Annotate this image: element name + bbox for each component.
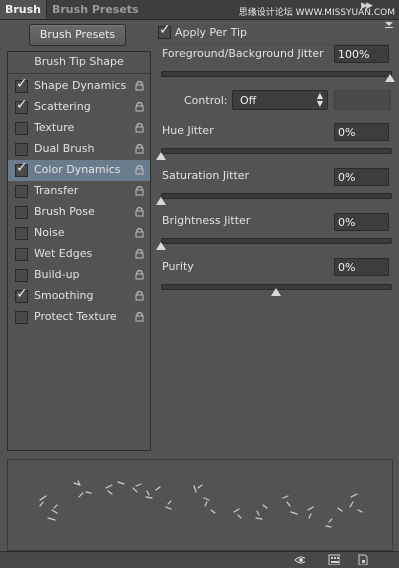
control-dropdown-value: Off xyxy=(240,94,257,107)
lock-icon[interactable] xyxy=(135,227,144,238)
checkmark-icon: ✓ xyxy=(16,76,28,92)
tab-bar: Brush Brush Presets ▶▶ 思缘设计论坛 WWW.MISSYU… xyxy=(0,0,399,20)
list-item[interactable]: ✓ Shape Dynamics xyxy=(8,76,150,97)
grid-icon[interactable] xyxy=(328,554,340,565)
list-item[interactable]: Build-up xyxy=(8,265,150,286)
saturation-jitter-slider-thumb[interactable] xyxy=(156,197,166,205)
control-dropdown[interactable]: Off ▲ ▼ xyxy=(232,90,328,110)
option-label: Dual Brush xyxy=(34,142,95,155)
checkmark-icon: ✓ xyxy=(16,97,28,113)
lock-icon[interactable] xyxy=(135,311,144,322)
saturation-jitter-label: Saturation Jitter xyxy=(162,169,250,182)
divider xyxy=(8,73,150,74)
option-checkbox[interactable]: ✓ xyxy=(15,160,28,177)
hue-jitter-slider[interactable] xyxy=(161,148,392,154)
brightness-jitter-slider-thumb[interactable] xyxy=(156,242,166,250)
option-checkbox[interactable] xyxy=(15,311,28,324)
option-checkbox[interactable]: ✓ xyxy=(15,286,28,303)
fg-bg-jitter-field[interactable]: 100% xyxy=(334,45,389,63)
brush-settings-list: Brush Tip Shape ✓ Shape Dynamics ✓ Scatteri… xyxy=(7,51,151,451)
fg-bg-jitter-slider[interactable] xyxy=(161,71,392,77)
option-checkbox[interactable] xyxy=(15,122,28,135)
dropdown-arrows-icon: ▲ ▼ xyxy=(316,91,323,108)
apply-per-tip-checkbox[interactable]: ✓ xyxy=(158,22,171,39)
brush-stroke-preview-image xyxy=(39,480,363,528)
list-item[interactable]: Dual Brush xyxy=(8,139,150,160)
checkmark-icon: ✓ xyxy=(16,160,28,176)
list-item[interactable]: Noise xyxy=(8,223,150,244)
list-item[interactable]: Brush Pose xyxy=(8,202,150,223)
hue-jitter-label: Hue Jitter xyxy=(162,124,214,137)
option-label: Shape Dynamics xyxy=(34,79,127,92)
lock-icon[interactable] xyxy=(135,290,144,301)
lock-icon[interactable] xyxy=(135,122,144,133)
panel-footer xyxy=(0,551,399,568)
brush-stroke-preview xyxy=(7,459,393,551)
new-preset-icon[interactable] xyxy=(357,554,369,565)
option-checkbox[interactable] xyxy=(15,206,28,219)
checkmark-icon: ✓ xyxy=(159,22,171,38)
saturation-jitter-field[interactable]: 0% xyxy=(334,168,389,186)
option-checkbox[interactable] xyxy=(15,269,28,282)
hue-jitter-slider-thumb[interactable] xyxy=(156,152,166,160)
lock-icon[interactable] xyxy=(135,248,144,259)
option-label: Smoothing xyxy=(34,289,94,302)
option-checkbox[interactable] xyxy=(15,227,28,240)
fg-bg-jitter-slider-thumb[interactable] xyxy=(385,74,395,82)
purity-field[interactable]: 0% xyxy=(334,258,389,276)
brightness-jitter-slider[interactable] xyxy=(161,238,392,244)
lock-icon[interactable] xyxy=(135,101,144,112)
option-label: Texture xyxy=(34,121,75,134)
lock-icon[interactable] xyxy=(135,269,144,280)
control-secondary-field xyxy=(334,90,391,110)
purity-label: Purity xyxy=(162,260,194,273)
brush-tip-shape-item[interactable]: Brush Tip Shape xyxy=(8,55,150,68)
option-checkbox[interactable] xyxy=(15,248,28,261)
option-label: Wet Edges xyxy=(34,247,93,260)
control-label: Control: xyxy=(184,94,228,107)
lock-icon[interactable] xyxy=(135,206,144,217)
lock-icon[interactable] xyxy=(135,143,144,154)
tab-brush[interactable]: Brush xyxy=(0,0,47,19)
panel-menu-icon[interactable] xyxy=(384,20,394,30)
list-item[interactable]: Protect Texture xyxy=(8,307,150,328)
option-checkbox[interactable] xyxy=(15,143,28,156)
hue-jitter-field[interactable]: 0% xyxy=(334,123,389,141)
option-checkbox[interactable]: ✓ xyxy=(15,97,28,114)
option-checkbox[interactable] xyxy=(15,185,28,198)
brightness-jitter-field[interactable]: 0% xyxy=(334,213,389,231)
apply-per-tip-label: Apply Per Tip xyxy=(175,26,247,39)
brush-presets-button[interactable]: Brush Presets xyxy=(29,24,126,46)
lock-icon[interactable] xyxy=(135,164,144,175)
list-item[interactable]: Texture xyxy=(8,118,150,139)
tab-brush-presets[interactable]: Brush Presets xyxy=(52,0,139,19)
lock-icon[interactable] xyxy=(135,80,144,91)
lock-icon[interactable] xyxy=(135,185,144,196)
option-checkbox[interactable]: ✓ xyxy=(15,76,28,93)
option-label: Noise xyxy=(34,226,65,239)
option-label: Scattering xyxy=(34,100,91,113)
option-label: Protect Texture xyxy=(34,310,117,323)
option-label: Transfer xyxy=(34,184,79,197)
list-item[interactable]: ✓ Color Dynamics xyxy=(8,160,150,181)
list-item[interactable]: Transfer xyxy=(8,181,150,202)
fg-bg-jitter-label: Foreground/Background Jitter xyxy=(162,47,324,60)
option-label: Color Dynamics xyxy=(34,163,121,176)
watermark: 思缘设计论坛 WWW.MISSYUAN.COM xyxy=(238,8,395,18)
list-item[interactable]: Wet Edges xyxy=(8,244,150,265)
option-label: Build-up xyxy=(34,268,80,281)
saturation-jitter-slider[interactable] xyxy=(161,193,392,199)
brightness-jitter-label: Brightness Jitter xyxy=(162,214,251,227)
list-item[interactable]: ✓ Smoothing xyxy=(8,286,150,307)
option-label: Brush Pose xyxy=(34,205,95,218)
list-item[interactable]: ✓ Scattering xyxy=(8,97,150,118)
toggle-preview-icon[interactable] xyxy=(293,554,305,565)
purity-slider-thumb[interactable] xyxy=(270,288,281,296)
checkmark-icon: ✓ xyxy=(16,286,28,302)
